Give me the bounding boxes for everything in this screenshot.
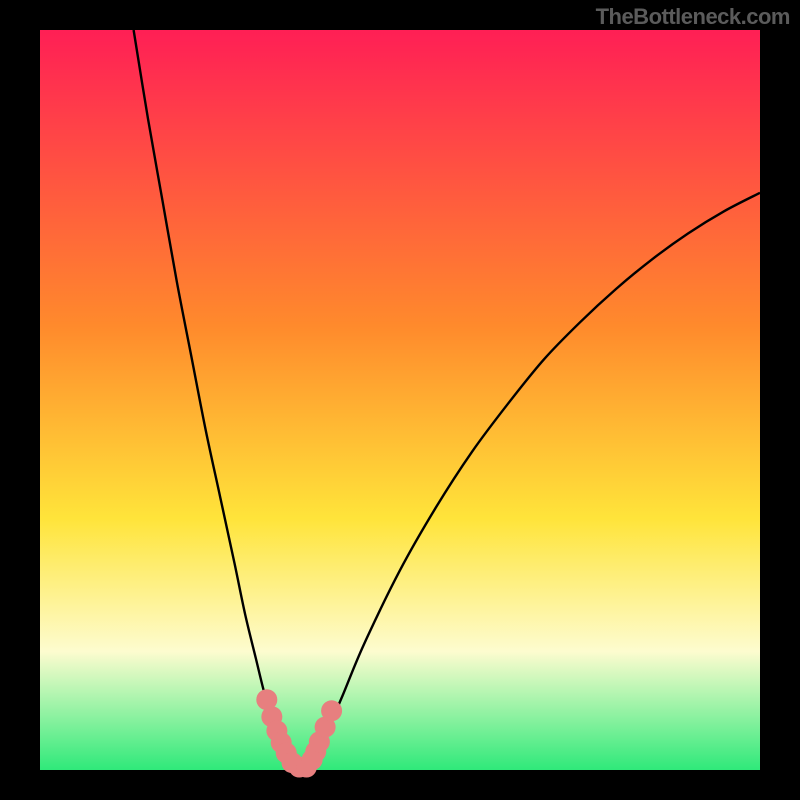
chart-frame: TheBottleneck.com: [0, 0, 800, 800]
marker-dot: [321, 700, 342, 721]
plot-area: [40, 30, 760, 770]
watermark-text: TheBottleneck.com: [596, 4, 790, 30]
bottleneck-chart: [0, 0, 800, 800]
